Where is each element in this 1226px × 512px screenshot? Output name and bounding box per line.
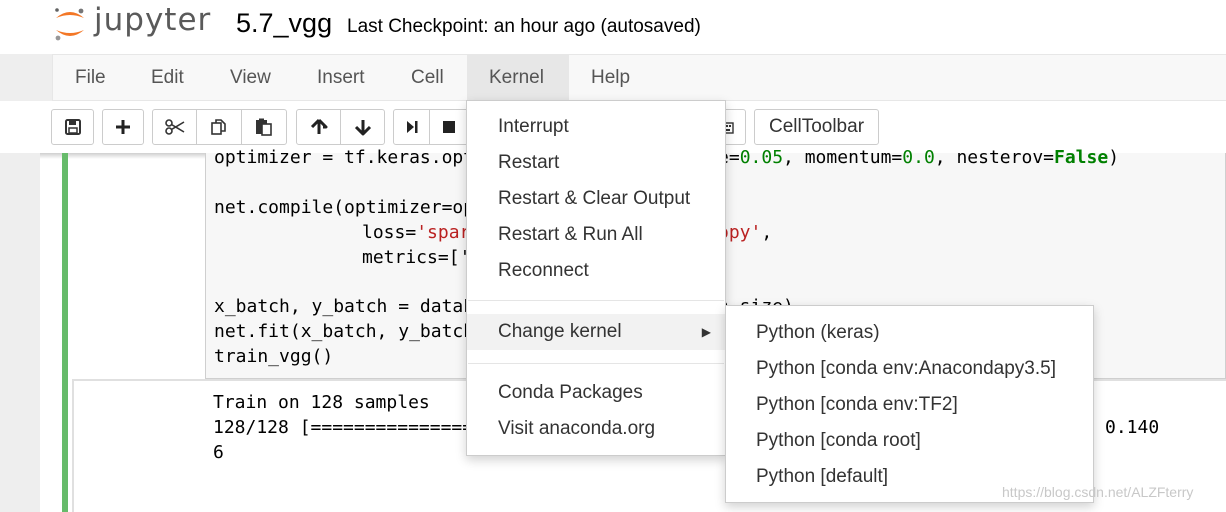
code-line: net.fit(x_batch, y_batch <box>214 321 475 342</box>
kernel-option[interactable]: Python [conda env:Anacondapy3.5] <box>726 351 1093 387</box>
move-up-button[interactable] <box>296 109 341 145</box>
insert-cell-button[interactable] <box>102 109 144 145</box>
arrow-up-icon <box>310 118 327 134</box>
code-string: 'spar <box>416 222 471 243</box>
menu-edit[interactable]: Edit <box>129 55 206 101</box>
save-button[interactable] <box>51 109 94 145</box>
run-icon <box>406 121 417 133</box>
paste-icon <box>256 118 272 136</box>
menubar: File Edit View Insert Cell Kernel Help <box>52 54 1226 101</box>
code-line: x_batch, y_batch = dataL <box>214 296 475 317</box>
menu-cell[interactable]: Cell <box>389 55 466 101</box>
code-line: optimizer = tf.keras.opt <box>214 147 475 168</box>
code-line: e=0.05, momentum=0.0, nesterov=False) <box>718 147 1119 168</box>
selected-cell-indicator <box>62 153 68 512</box>
kernel-option[interactable]: Python [conda env:TF2] <box>726 387 1093 423</box>
menu-divider <box>468 363 724 364</box>
checkpoint-status: Last Checkpoint: an hour ago (autosaved) <box>347 16 701 37</box>
code-line: net.compile(optimizer=op <box>214 197 475 218</box>
output-line: 0.140 <box>1105 417 1160 438</box>
code-fragment: ) <box>1108 147 1120 168</box>
logo-text: jupyter <box>94 2 212 38</box>
menu-item-interrupt[interactable]: Interrupt <box>467 109 725 145</box>
cut-icon <box>164 119 184 135</box>
menu-file[interactable]: File <box>53 55 128 101</box>
menu-divider <box>468 300 724 301</box>
run-button[interactable] <box>393 109 430 145</box>
code-fragment: , nesterov= <box>934 147 1054 168</box>
interrupt-button[interactable] <box>429 109 469 145</box>
move-down-button[interactable] <box>340 109 385 145</box>
change-kernel-label: Change kernel <box>498 321 622 342</box>
arrow-down-icon <box>354 120 371 136</box>
menu-item-conda-packages[interactable]: Conda Packages <box>467 375 725 411</box>
menu-item-restart[interactable]: Restart <box>467 145 725 181</box>
code-fragment: , momentum= <box>783 147 903 168</box>
code-line: train_vgg() <box>214 346 334 367</box>
menu-view[interactable]: View <box>208 55 293 101</box>
kernel-option[interactable]: Python [conda root] <box>726 423 1093 459</box>
plus-icon <box>116 120 130 134</box>
menu-kernel[interactable]: Kernel <box>467 55 569 101</box>
stop-icon <box>443 121 455 133</box>
menu-item-reconnect[interactable]: Reconnect <box>467 253 725 289</box>
output-line: 128/128 [=============== <box>213 417 474 438</box>
code-number: 0.05 <box>739 147 784 168</box>
code-line: metrics=[' <box>362 247 471 268</box>
menu-insert[interactable]: Insert <box>295 55 387 101</box>
menu-item-change-kernel[interactable]: Change kernel ▶ <box>467 314 725 350</box>
notebook-name[interactable]: 5.7_vgg <box>236 8 332 39</box>
code-line: opy', <box>718 222 772 243</box>
menu-item-visit-anaconda[interactable]: Visit anaconda.org <box>467 411 725 447</box>
code-number: 0.0 <box>902 147 935 168</box>
copy-icon <box>211 119 226 135</box>
code-keyword: False <box>1054 147 1109 168</box>
celltoolbar-button[interactable]: CellToolbar <box>754 109 879 145</box>
output-line: Train on 128 samples <box>213 392 430 413</box>
menu-item-restart-run-all[interactable]: Restart & Run All <box>467 217 725 253</box>
caret-right-icon: ▶ <box>701 325 711 339</box>
jupyter-logo-icon <box>55 8 84 41</box>
code-line: loss='spar <box>362 222 470 243</box>
change-kernel-submenu: Python (keras) Python [conda env:Anacond… <box>725 305 1094 503</box>
save-icon <box>64 119 81 135</box>
code-fragment: , <box>761 222 773 243</box>
kernel-option[interactable]: Python (keras) <box>726 315 1093 351</box>
code-fragment: loss= <box>362 222 417 243</box>
menu-item-restart-clear-output[interactable]: Restart & Clear Output <box>467 181 725 217</box>
cut-button[interactable] <box>152 109 197 145</box>
paste-button[interactable] <box>241 109 287 145</box>
output-line: 6 <box>213 442 224 463</box>
header: jupyter 5.7_vgg Last Checkpoint: an hour… <box>0 0 1226 54</box>
watermark: https://blog.csdn.net/ALZFterry <box>1002 484 1194 500</box>
kernel-dropdown-menu: Interrupt Restart Restart & Clear Output… <box>466 100 726 456</box>
menu-help[interactable]: Help <box>569 55 652 101</box>
copy-button[interactable] <box>196 109 242 145</box>
jupyter-logo[interactable]: jupyter <box>50 2 210 44</box>
